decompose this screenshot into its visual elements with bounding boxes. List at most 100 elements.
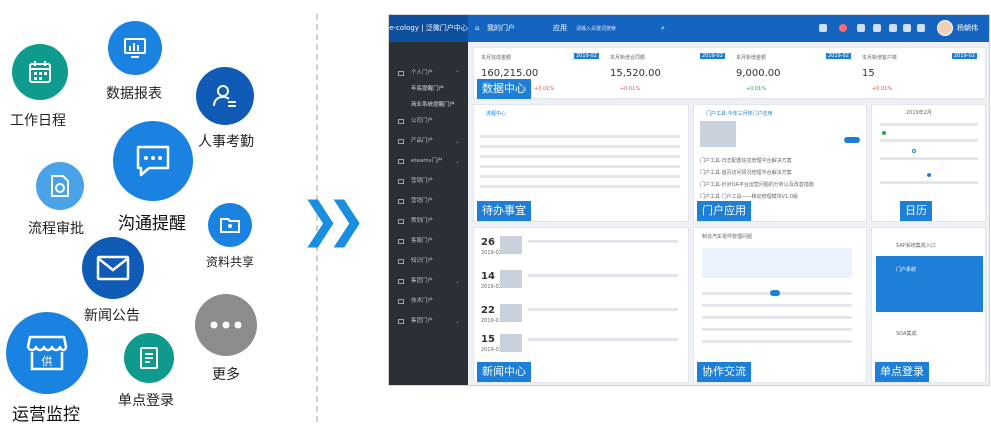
stat-change: +0.01% <box>872 86 893 92</box>
portal-item[interactable]: 门户工具·日志配置信息管理平台解决方案 <box>700 157 792 164</box>
news-thumbnail[interactable] <box>500 304 522 322</box>
portal-item[interactable]: 门户工具·门户工具——移动管理模块V1.0版 <box>700 193 798 200</box>
nav-app[interactable]: 应用 <box>553 15 567 42</box>
todo-row[interactable] <box>480 135 680 138</box>
portal-item[interactable]: 门户工具·针对OA平台运营问题的分析以及改善措施 <box>700 181 814 188</box>
collab-line[interactable] <box>702 248 852 278</box>
sidebar-item[interactable]: 公司门户 <box>389 114 468 129</box>
more-label: 更多 <box>212 367 240 383</box>
news-thumbnail[interactable] <box>500 236 522 254</box>
news-ym: 2019-02 <box>481 250 502 256</box>
svg-text:供: 供 <box>42 354 53 368</box>
portal-button[interactable] <box>844 137 860 143</box>
collab-line[interactable] <box>702 340 852 343</box>
todo-row[interactable] <box>480 185 680 188</box>
sidebar-item[interactable]: 营销门户 <box>389 194 468 209</box>
sso-label: 单点登录 <box>118 393 174 409</box>
news-ym: 2019-01 <box>481 318 502 324</box>
operations-bubble[interactable]: 供 <box>6 312 88 394</box>
mail-icon <box>96 255 130 281</box>
user-name[interactable]: 杨朝伟 <box>957 15 978 42</box>
stat-change: +0.01% <box>746 86 767 92</box>
news-line[interactable] <box>528 274 678 277</box>
todo-row[interactable] <box>480 155 680 158</box>
sso-card[interactable] <box>876 256 983 312</box>
sidebar-item[interactable]: 技术门户 <box>389 294 468 309</box>
stat-value: 160,215.00 <box>481 68 539 79</box>
sidebar-item[interactable]: 集团门户 ⌄ <box>389 274 468 289</box>
sidebar-item[interactable]: 客服门户 <box>389 234 468 249</box>
more-bubble[interactable] <box>195 294 257 356</box>
mic-icon[interactable] <box>857 24 865 32</box>
news-bubble[interactable] <box>82 237 144 299</box>
sso-panel: SAP系统集成入口 门户系统 SOA集成 单点登录 <box>871 227 986 383</box>
stat-change: +0.01% <box>620 86 641 92</box>
file-share-bubble[interactable] <box>208 203 252 247</box>
mail-icon[interactable] <box>819 24 827 32</box>
workflow-bubble[interactable] <box>36 162 84 210</box>
sso-bubble[interactable] <box>124 333 174 383</box>
sidebar-item[interactable]: 策划门户 <box>389 214 468 229</box>
sidebar-item[interactable]: 知识门户 <box>389 254 468 269</box>
grid-icon[interactable] <box>873 24 881 32</box>
hr-attendance-label: 人事考勤 <box>198 134 254 150</box>
communication-bubble[interactable] <box>113 121 193 201</box>
news-day: 22 <box>481 305 495 316</box>
collab-line[interactable] <box>702 304 852 307</box>
sso-item[interactable]: 门户系统 <box>896 266 916 273</box>
collab-line[interactable] <box>702 316 852 319</box>
calendar-day-selected[interactable] <box>927 173 931 177</box>
todo-row[interactable] <box>480 165 680 168</box>
home-icon[interactable]: ⌂ <box>475 15 479 42</box>
more-dots-icon <box>210 321 242 329</box>
hr-bubble[interactable] <box>196 67 254 125</box>
calendar-day-event[interactable] <box>912 149 916 153</box>
news-line[interactable] <box>528 308 678 311</box>
news-ym: 2019-01 <box>481 347 502 353</box>
news-line[interactable] <box>528 240 678 243</box>
sso-tag: 单点登录 <box>875 362 929 382</box>
bell-icon[interactable] <box>839 24 847 32</box>
cloud-icon[interactable] <box>889 24 897 32</box>
sidebar-item[interactable]: 产品门户 ⌄ <box>389 134 468 149</box>
document-stamp-icon <box>51 175 69 197</box>
calendar-week-row <box>880 123 978 126</box>
calendar-week-row <box>880 157 978 160</box>
sso-item[interactable]: SAP系统集成入口 <box>896 242 936 249</box>
news-line[interactable] <box>528 338 678 341</box>
stat-badge: 2019-02 <box>700 53 725 59</box>
globe-icon[interactable] <box>917 24 925 32</box>
calendar-bubble[interactable] <box>12 44 68 100</box>
sso-item[interactable]: SOA集成 <box>896 330 916 337</box>
todo-row[interactable] <box>480 145 680 148</box>
news-thumbnail[interactable] <box>500 270 522 288</box>
stat-label: 本月新增客户数 <box>862 55 898 61</box>
chart-icon <box>124 38 146 58</box>
stat-value: 9,000.00 <box>736 68 781 79</box>
sidebar-item[interactable]: eteams门户 ⌄ <box>389 154 468 169</box>
sidebar-item[interactable]: 个人门户 ⌃ <box>389 66 468 81</box>
calendar-icon <box>29 61 51 83</box>
calendar-tag: 日历 <box>900 201 932 221</box>
sidebar-item[interactable]: 营销门户 <box>389 174 468 189</box>
report-bubble[interactable] <box>108 21 162 75</box>
todo-tag: 待办事宜 <box>477 201 531 221</box>
todo-panel: 流程中心 待办事宜 <box>473 104 689 222</box>
stat-badge: 2019-02 <box>952 53 977 59</box>
data-center-tag: 数据中心 <box>477 79 531 99</box>
nav-home[interactable]: 我的门户 <box>487 15 515 42</box>
sidebar-item[interactable]: 集团门户 ⌄ <box>389 314 468 329</box>
portal-app-panel: 门户工具·今年三月热门户应用 门户工具·日志配置信息管理平台解决方案 门户工具·… <box>693 104 867 222</box>
collab-line[interactable] <box>702 328 852 331</box>
star-icon[interactable] <box>903 24 911 32</box>
search-icon[interactable]: ⌕ <box>661 15 665 42</box>
portal-item[interactable]: 门户工具·首页访问情况管理平台解决方案 <box>700 169 792 176</box>
news-thumbnail[interactable] <box>500 334 522 352</box>
search-input[interactable]: 请输入关键词搜索 <box>576 24 661 34</box>
avatar[interactable] <box>937 20 953 36</box>
sidebar-subitem[interactable]: 商业系统提醒门户 <box>389 98 468 113</box>
calendar-day-today[interactable] <box>882 131 886 135</box>
sidebar-subitem[interactable]: 年底提醒门户 <box>389 82 468 97</box>
todo-row[interactable] <box>480 175 680 178</box>
workflow-label: 流程审批 <box>28 221 84 237</box>
